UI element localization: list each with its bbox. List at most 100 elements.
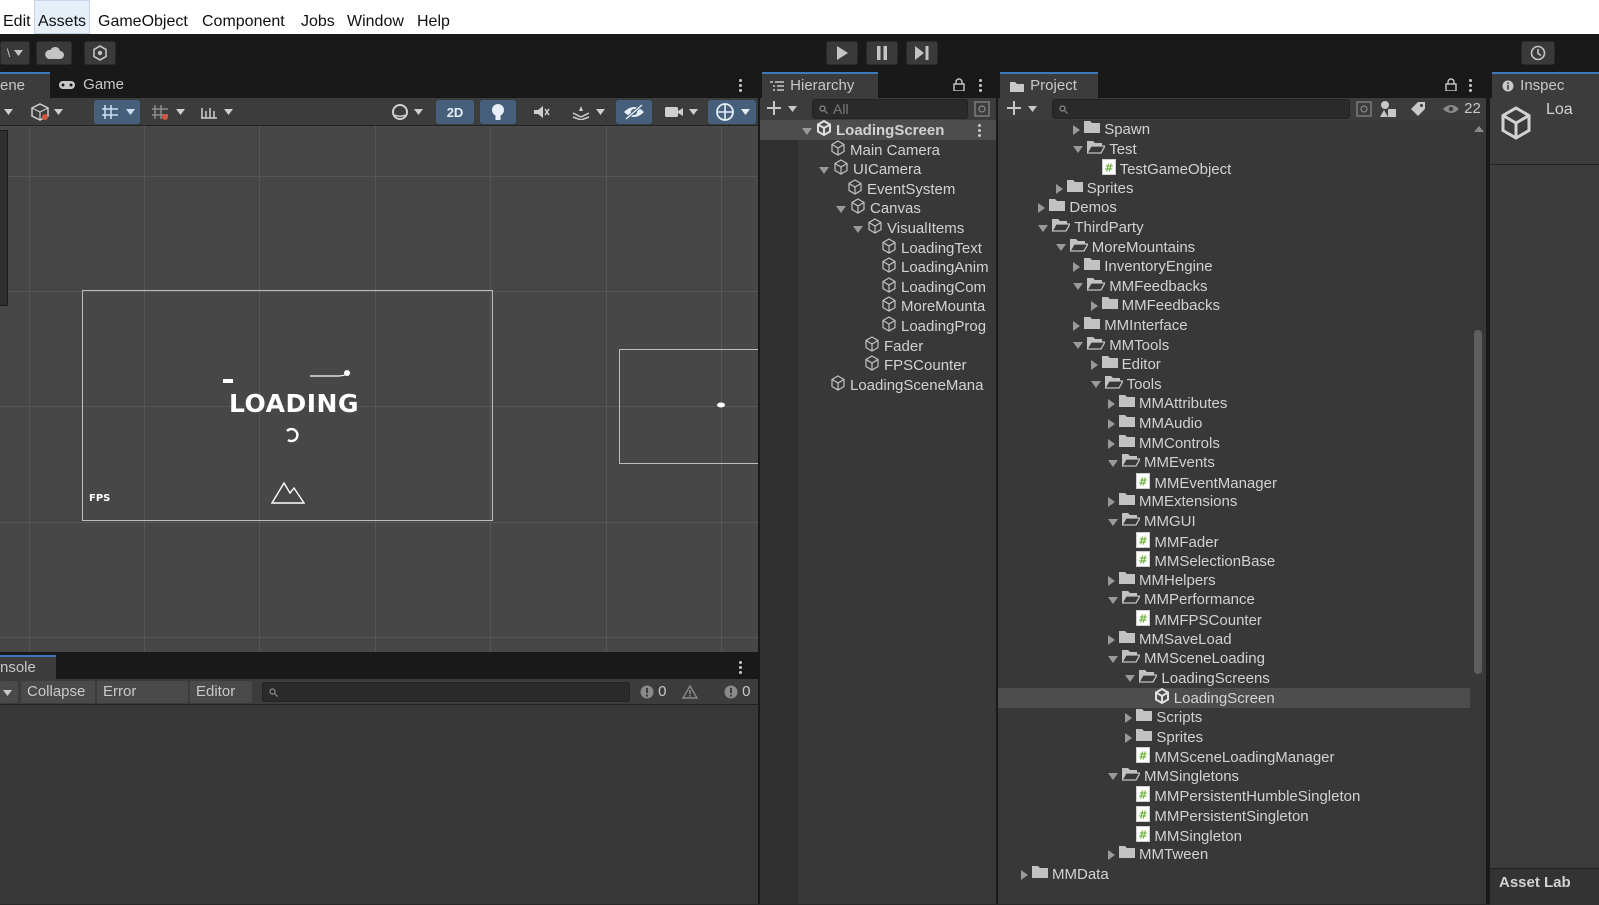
hierarchy-item[interactable]: MoreMounta xyxy=(760,296,996,316)
project-menu-icon[interactable] xyxy=(1469,79,1473,94)
grid-visibility-dropdown[interactable] xyxy=(146,100,188,124)
hierarchy-item[interactable]: FPSCounter xyxy=(760,355,996,375)
scene-viewport[interactable]: LOADING FPS xyxy=(0,126,758,652)
filter-by-type-icon[interactable] xyxy=(1379,100,1397,118)
tab-scene[interactable]: ene xyxy=(0,72,50,98)
script-asset-item[interactable]: # MMSceneLoadingManager xyxy=(998,747,1470,767)
folder-item[interactable]: ThirdParty xyxy=(998,218,1470,238)
expand-arrow-icon[interactable] xyxy=(1108,596,1118,604)
script-asset-item[interactable]: # MMSingleton xyxy=(998,825,1470,846)
collapse-arrow-icon[interactable] xyxy=(1125,713,1133,724)
hierarchy-item[interactable]: LoadingAnim xyxy=(760,257,996,277)
scene-tools-overlay[interactable] xyxy=(0,130,8,306)
folder-item[interactable]: MMTween xyxy=(998,845,1470,865)
collapse-arrow-icon[interactable] xyxy=(1108,419,1115,430)
tab-project[interactable]: Project xyxy=(1000,72,1098,98)
draw-mode-dropdown[interactable] xyxy=(0,100,16,124)
script-asset-item[interactable]: # MMPersistentHumbleSingleton xyxy=(998,786,1470,806)
hidden-packages-toggle[interactable]: 22 xyxy=(1442,100,1481,118)
scene-menu-icon[interactable] xyxy=(739,79,743,94)
folder-item[interactable]: MMFeedbacks xyxy=(998,277,1470,297)
hierarchy-item[interactable]: VisualItems xyxy=(760,218,996,238)
menu-help[interactable]: Help xyxy=(414,0,460,34)
hierarchy-item[interactable]: LoadingSceneMana xyxy=(760,375,996,395)
folder-item[interactable]: MMHelpers xyxy=(998,571,1470,591)
script-asset-item[interactable]: # MMFader xyxy=(998,531,1470,552)
folder-item[interactable]: MMAttributes xyxy=(998,394,1470,414)
folder-item[interactable]: LoadingScreens xyxy=(998,669,1470,689)
folder-item[interactable]: Sprites xyxy=(998,179,1470,199)
collapse-arrow-icon[interactable] xyxy=(1108,497,1115,508)
collapse-arrow-icon[interactable] xyxy=(1108,850,1115,861)
folder-item[interactable]: MMAudio xyxy=(998,414,1470,434)
lighting-toggle[interactable] xyxy=(480,100,516,124)
expand-arrow-icon[interactable] xyxy=(1090,381,1101,389)
script-asset-item[interactable]: # TestGameObject xyxy=(998,159,1470,179)
effects-dropdown[interactable] xyxy=(564,100,612,124)
tab-console[interactable]: nsole xyxy=(0,655,56,679)
step-button[interactable] xyxy=(906,41,938,65)
collapse-arrow-icon[interactable] xyxy=(1073,321,1081,332)
hierarchy-item[interactable]: EventSystem xyxy=(760,179,996,199)
folder-item[interactable]: Spawn xyxy=(998,120,1470,140)
search-filter-icon[interactable] xyxy=(974,101,990,117)
collab-button[interactable] xyxy=(84,41,116,65)
folder-item[interactable]: Scripts xyxy=(998,708,1470,728)
scroll-up-arrow-icon[interactable] xyxy=(1474,126,1484,132)
menu-gameobject[interactable]: GameObject xyxy=(95,0,193,34)
folder-item[interactable]: MMSingletons xyxy=(998,767,1470,787)
tab-game[interactable]: Game xyxy=(54,72,134,98)
expand-arrow-icon[interactable] xyxy=(1108,773,1118,781)
gizmos-dropdown[interactable] xyxy=(708,100,756,124)
hierarchy-item[interactable]: Main Camera xyxy=(760,139,996,160)
warning-count-toggle[interactable]: 0 xyxy=(676,681,716,722)
folder-item[interactable]: MMControls xyxy=(998,434,1470,454)
hierarchy-item[interactable]: LoadingText xyxy=(760,237,996,258)
script-asset-item[interactable]: # MMFPSCounter xyxy=(998,610,1470,630)
tab-inspector[interactable]: Inspec xyxy=(1492,72,1599,98)
lock-icon[interactable] xyxy=(953,78,965,91)
folder-item[interactable]: MMInterface xyxy=(998,316,1470,336)
collapse-arrow-icon[interactable] xyxy=(1073,262,1081,273)
create-dropdown[interactable] xyxy=(766,100,800,118)
folder-item[interactable]: Demos xyxy=(998,198,1470,218)
audio-toggle[interactable] xyxy=(524,100,558,124)
editor-dropdown[interactable]: Editor xyxy=(190,681,252,718)
script-asset-item[interactable]: # MMPersistentSingleton xyxy=(998,806,1470,826)
expand-arrow-icon[interactable] xyxy=(1125,675,1136,683)
render-mode-dropdown[interactable] xyxy=(384,100,430,124)
console-menu-icon[interactable] xyxy=(739,661,743,676)
collapse-arrow-icon[interactable] xyxy=(1125,732,1133,743)
expand-arrow-icon[interactable] xyxy=(1038,224,1049,232)
expand-arrow-icon[interactable] xyxy=(1108,459,1118,467)
hierarchy-item[interactable]: LoadingProg xyxy=(760,316,996,336)
lock-icon[interactable] xyxy=(1445,78,1457,91)
collapse-button[interactable]: Collapse xyxy=(21,681,95,703)
scene-visibility-toggle[interactable] xyxy=(616,100,652,124)
grid-snap-toggle[interactable] xyxy=(94,100,140,124)
menu-jobs[interactable]: Jobs xyxy=(298,0,338,34)
expand-arrow-icon[interactable] xyxy=(836,205,846,213)
folder-item[interactable]: MMPerformance xyxy=(998,590,1470,610)
hierarchy-item[interactable]: LoadingScreen xyxy=(760,120,996,140)
menu-component[interactable]: Component xyxy=(199,0,295,34)
collapse-arrow-icon[interactable] xyxy=(1021,869,1028,880)
scene-asset-item[interactable]: LoadingScreen xyxy=(998,688,1470,709)
label-tag-icon[interactable] xyxy=(1410,101,1426,117)
account-dropdown[interactable]: \ xyxy=(0,41,30,65)
menu-assets[interactable]: Assets xyxy=(34,0,90,34)
folder-item[interactable]: MMEvents xyxy=(998,453,1470,473)
hierarchy-item[interactable]: Fader xyxy=(760,335,996,356)
folder-item[interactable]: MMFeedbacks xyxy=(998,296,1470,316)
folder-item[interactable]: MMSceneLoading xyxy=(998,649,1470,669)
expand-arrow-icon[interactable] xyxy=(1108,655,1118,663)
folder-item[interactable]: MMExtensions xyxy=(998,492,1470,512)
project-scrollbar-thumb[interactable] xyxy=(1474,330,1482,674)
expand-arrow-icon[interactable] xyxy=(1073,342,1084,350)
folder-item[interactable]: Tools xyxy=(998,375,1470,395)
increment-snap-dropdown[interactable] xyxy=(194,100,238,124)
tab-hierarchy[interactable]: Hierarchy xyxy=(762,72,878,98)
expand-arrow-icon[interactable] xyxy=(853,225,863,233)
hierarchy-search-input[interactable]: All xyxy=(812,99,968,119)
collapse-arrow-icon[interactable] xyxy=(1108,634,1115,645)
